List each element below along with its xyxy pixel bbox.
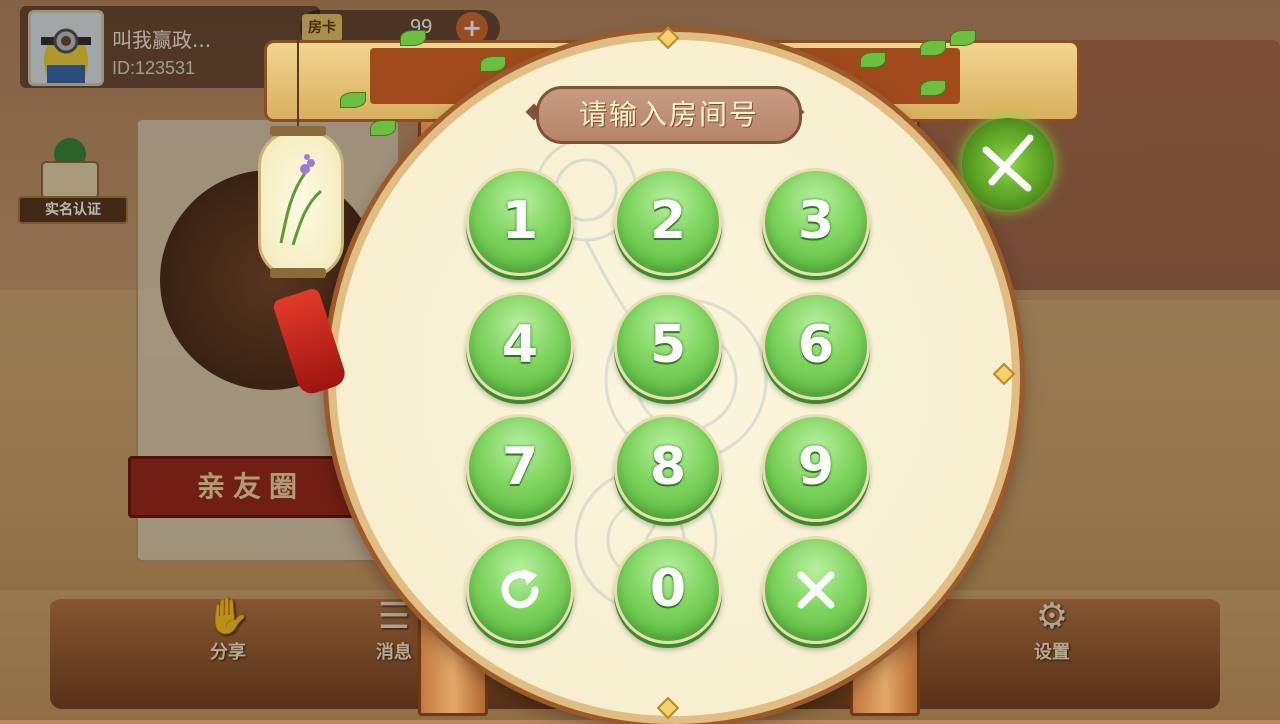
refresh-icon	[501, 569, 539, 609]
key-4[interactable]: 4	[466, 292, 574, 400]
dialog-title: 请输入房间号	[536, 86, 802, 144]
vine-leaf	[480, 56, 506, 72]
key-6[interactable]: 6	[762, 292, 870, 400]
key-7[interactable]: 7	[466, 414, 574, 522]
vine-leaf	[920, 40, 946, 56]
close-button[interactable]	[962, 118, 1054, 210]
key-2[interactable]: 2	[614, 168, 722, 276]
lantern-string	[297, 40, 299, 134]
delete-button[interactable]	[762, 536, 870, 644]
close-icon	[982, 134, 1034, 192]
reset-button[interactable]	[466, 536, 574, 644]
vine-leaf	[340, 92, 366, 108]
key-5[interactable]: 5	[614, 292, 722, 400]
orchid-painting-icon	[279, 154, 322, 246]
vine-leaf	[400, 30, 426, 46]
vine-leaf	[370, 120, 396, 136]
lantern	[258, 130, 344, 278]
vine-leaf	[920, 80, 946, 96]
delete-x-icon	[797, 571, 835, 609]
key-8[interactable]: 8	[614, 414, 722, 522]
key-1[interactable]: 1	[466, 168, 574, 276]
vine-leaf	[860, 52, 886, 68]
vine-leaf	[950, 30, 976, 46]
key-9[interactable]: 9	[762, 414, 870, 522]
key-3[interactable]: 3	[762, 168, 870, 276]
lantern-cap-top	[270, 126, 326, 136]
lantern-cap-bottom	[270, 268, 326, 278]
key-0[interactable]: 0	[614, 536, 722, 644]
